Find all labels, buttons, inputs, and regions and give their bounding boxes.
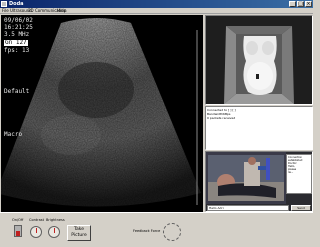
chat-line: lie... bbox=[288, 171, 294, 174]
take-picture-label: Take Picture bbox=[71, 227, 87, 238]
contrast-label: Contrast bbox=[29, 218, 44, 222]
fps-readout: fps: 13 bbox=[4, 47, 30, 54]
menu-file[interactable]: File bbox=[2, 8, 9, 14]
maximize-button[interactable]: □ bbox=[297, 1, 304, 7]
menu-bar: File Ultrasound 3D Communication Help bbox=[0, 8, 313, 14]
right-panel: Connected to [ ] [ ] BandwidthKBps 0 pac… bbox=[205, 15, 313, 212]
switch-knob bbox=[16, 231, 20, 236]
minimize-button[interactable]: _ bbox=[289, 1, 296, 7]
torso-model bbox=[206, 16, 312, 104]
brightness-dial[interactable] bbox=[48, 226, 60, 238]
app-icon bbox=[1, 1, 7, 7]
title-bar: Doda _ □ × bbox=[0, 0, 313, 8]
take-picture-button[interactable]: Take Picture bbox=[67, 225, 91, 241]
video-panel: Connection established Doctor: Hello, pl… bbox=[205, 151, 313, 212]
scan-frequency: 3.5 MHz bbox=[4, 31, 30, 38]
3d-model-view[interactable] bbox=[205, 15, 313, 105]
close-button[interactable]: × bbox=[305, 1, 312, 7]
contrast-dial[interactable] bbox=[30, 226, 42, 238]
chat-input-row: Hello Adri Send bbox=[207, 205, 311, 211]
status-line: 0 packets received bbox=[207, 116, 236, 120]
connection-status: Connected to [ ] [ ] BandwidthKBps 0 pac… bbox=[205, 106, 313, 150]
dial-indicator bbox=[54, 228, 55, 233]
onoff-label: On/Off bbox=[12, 218, 24, 222]
chat-log: Connection established Doctor: Hello, pl… bbox=[286, 154, 312, 194]
ultrasound-view[interactable]: 09/06/02 16:21:25 3.5 MHz Gn 127 fps: 13… bbox=[1, 15, 203, 212]
preset-label: Default bbox=[4, 88, 30, 95]
onoff-switch[interactable] bbox=[14, 225, 22, 237]
brightness-label: Brightness bbox=[46, 218, 65, 222]
feedback-force-dial[interactable] bbox=[163, 223, 181, 241]
send-button[interactable]: Send bbox=[291, 205, 311, 211]
dial-indicator bbox=[36, 228, 37, 233]
message-input[interactable]: Hello Adri bbox=[207, 205, 289, 211]
menu-help[interactable]: Help bbox=[57, 8, 66, 14]
menu-3d[interactable]: 3D bbox=[28, 8, 34, 14]
mode-label: Macro bbox=[4, 131, 23, 138]
gain-readout: Gn 127 bbox=[4, 39, 28, 46]
control-bar: On/Off Contrast Brightness Take Picture … bbox=[0, 212, 313, 247]
ultrasound-image bbox=[1, 18, 201, 207]
window-title: Doda bbox=[9, 1, 24, 7]
video-feed bbox=[206, 152, 286, 204]
feedback-force-label: Feedback Force bbox=[133, 229, 161, 233]
